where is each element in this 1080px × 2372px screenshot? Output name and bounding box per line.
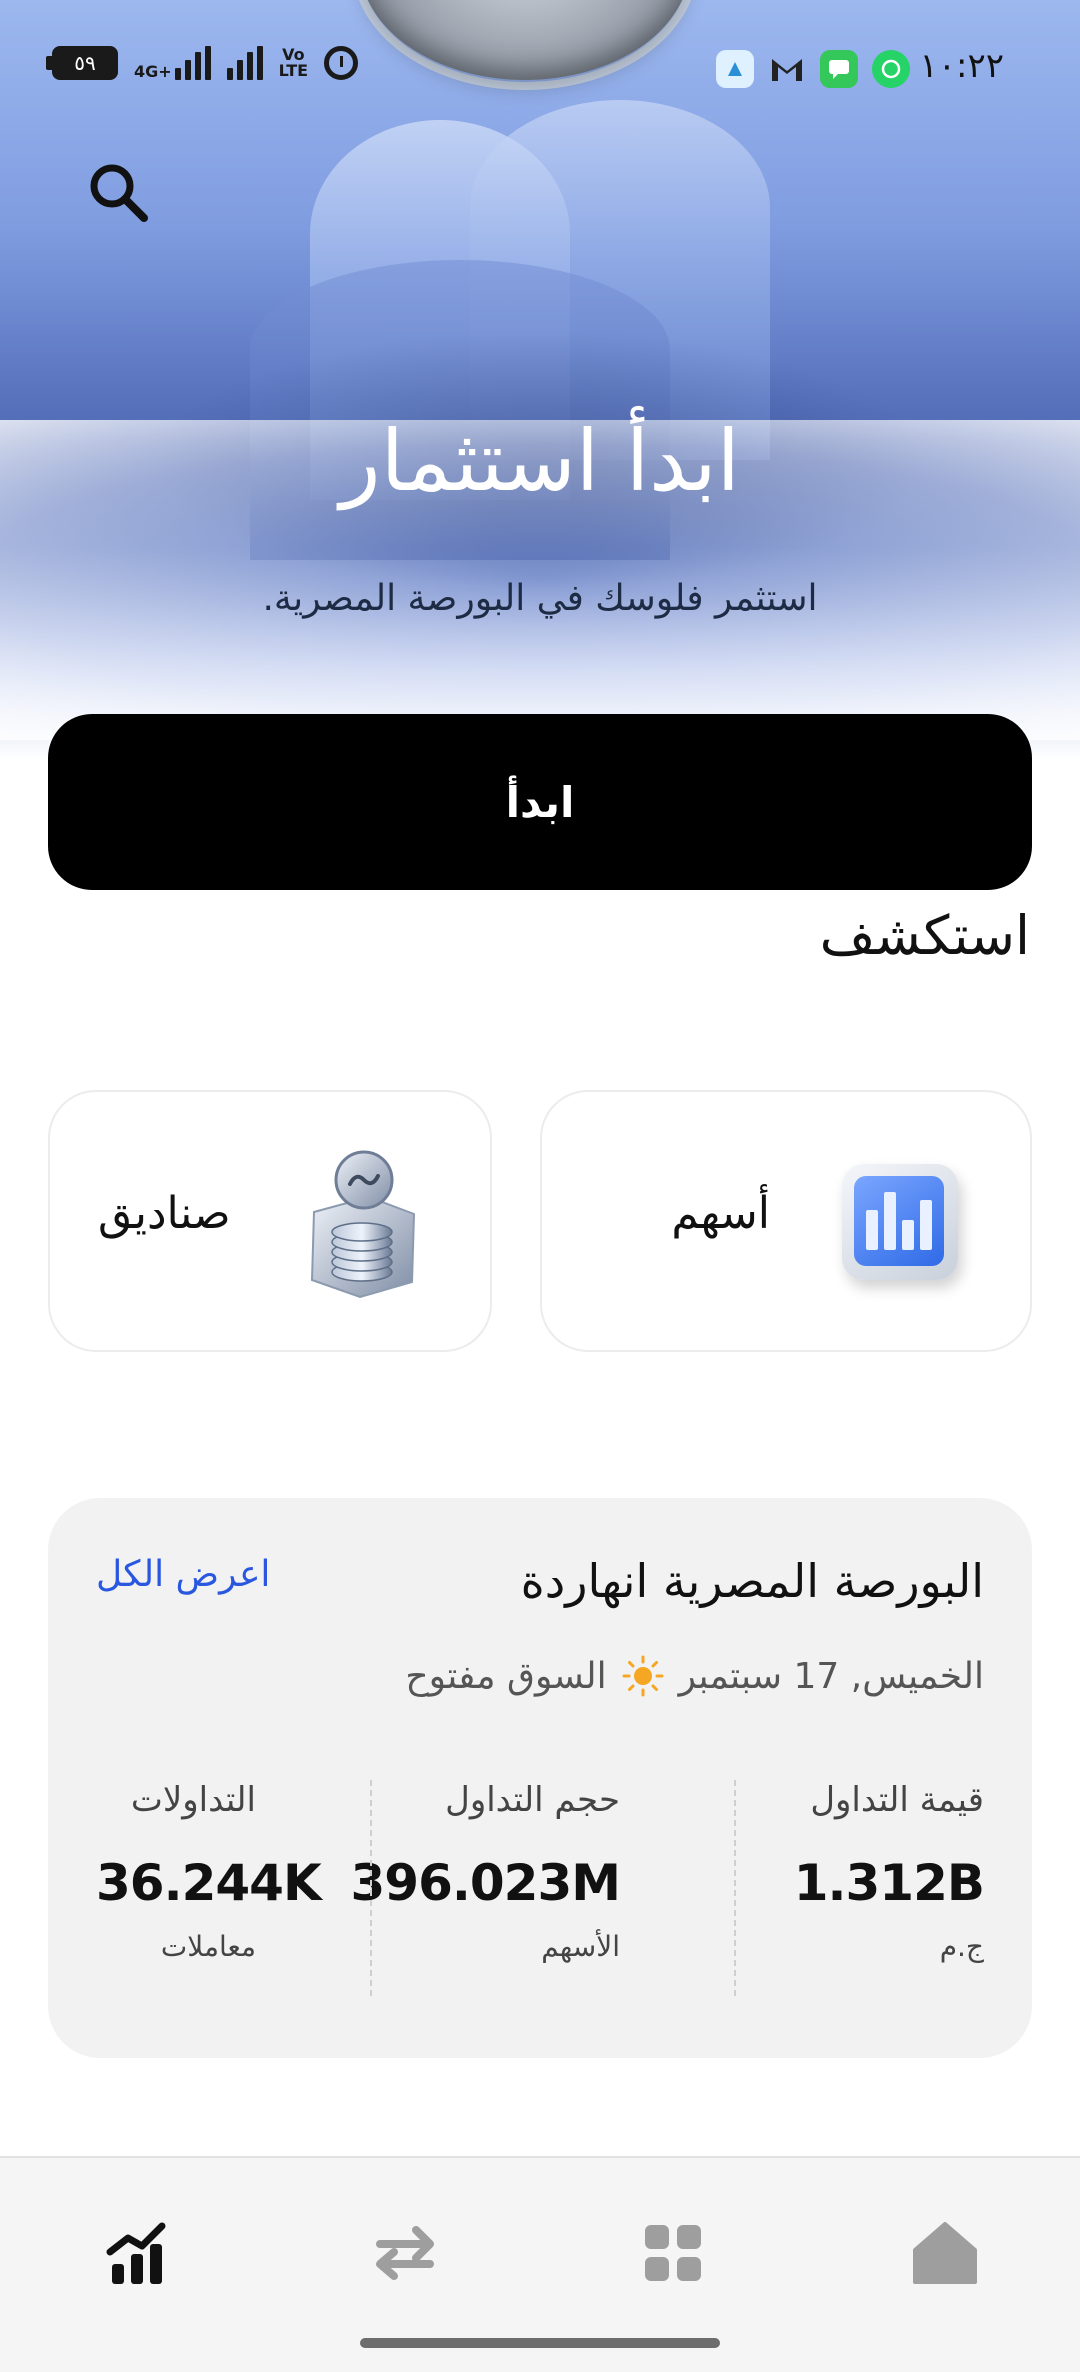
view-all-link[interactable]: اعرض الكل xyxy=(96,1554,270,1595)
nav-markets-tab[interactable] xyxy=(92,2208,182,2298)
stat-label: التداولات xyxy=(130,1780,256,1820)
status-icons-left: ٥٩ 4G+ Vo LTE xyxy=(46,45,359,80)
stocks-card-label: أسهم xyxy=(671,1188,770,1239)
market-date-row: الخميس, 17 سبتمبر السوق مفتوح xyxy=(405,1654,984,1698)
nav-transfers-tab[interactable] xyxy=(360,2208,450,2298)
sun-icon xyxy=(622,1655,664,1697)
stat-value: 396.023M xyxy=(350,1854,622,1912)
funds-card[interactable]: صناديق xyxy=(48,1090,492,1352)
stat-unit: الأسهم xyxy=(541,1930,620,1963)
market-date: الخميس, 17 سبتمبر xyxy=(678,1655,984,1697)
stat-label: حجم التداول xyxy=(445,1780,620,1820)
stat-value: 1.312B xyxy=(793,1854,985,1912)
search-button[interactable] xyxy=(84,158,154,228)
market-status: السوق مفتوح xyxy=(405,1655,607,1697)
status-bar: ٥٩ 4G+ Vo LTE ١٠:٢٢ xyxy=(0,0,1080,140)
stat-label: قيمة التداول xyxy=(810,1780,984,1820)
stat-unit: ج.م xyxy=(939,1930,984,1963)
stat-divider xyxy=(370,1780,372,1996)
hero-subtitle: استثمر فلوسك في البورصة المصرية. xyxy=(262,578,818,619)
battery-level: ٥٩ xyxy=(74,51,96,75)
market-title: البورصة المصرية انهاردة xyxy=(520,1554,984,1608)
battery-icon: ٥٩ xyxy=(46,46,118,80)
signal-icon xyxy=(226,46,263,80)
home-icon xyxy=(913,2222,977,2284)
grid-icon xyxy=(645,2225,701,2281)
signal-4g-icon: 4G+ xyxy=(134,46,211,80)
search-icon xyxy=(90,164,148,222)
chart-icon xyxy=(106,2222,166,2284)
nav-home-tab[interactable] xyxy=(900,2208,990,2298)
volte-icon: Vo LTE xyxy=(278,45,309,80)
stocks-card[interactable]: أسهم xyxy=(540,1090,1032,1352)
fund-coin-icon xyxy=(310,1150,416,1299)
funds-card-label: صناديق xyxy=(98,1188,231,1239)
app-notification-icon xyxy=(716,50,754,88)
home-indicator xyxy=(360,2338,720,2348)
stat-divider xyxy=(734,1780,736,1996)
trade-value-stat: قيمة التداول 1.312B ج.م xyxy=(684,1780,985,1963)
stat-unit: معاملات xyxy=(160,1930,256,1963)
market-today-panel: البورصة المصرية انهاردة اعرض الكل الخميس… xyxy=(48,1498,1032,2058)
trades-count-stat: التداولات 36.244K معاملات xyxy=(96,1780,322,1963)
trade-volume-stat: حجم التداول 396.023M الأسهم xyxy=(320,1780,622,1963)
start-button[interactable]: ابدأ xyxy=(48,714,1032,890)
alarm-icon xyxy=(324,46,359,80)
bar-chart-icon xyxy=(842,1164,958,1280)
messages-icon xyxy=(820,50,858,88)
gmail-icon xyxy=(768,50,806,88)
network-label: 4G+ xyxy=(134,62,172,81)
whatsapp-icon xyxy=(872,50,910,88)
hero-title: ابدأ استثمار xyxy=(340,412,740,510)
clock: ١٠:٢٢ xyxy=(919,46,1004,86)
nav-apps-tab[interactable] xyxy=(628,2208,718,2298)
notification-icons xyxy=(716,50,910,88)
swap-arrows-icon xyxy=(376,2226,434,2280)
stat-value: 36.244K xyxy=(96,1854,322,1912)
explore-title: استكشف xyxy=(819,904,1030,967)
